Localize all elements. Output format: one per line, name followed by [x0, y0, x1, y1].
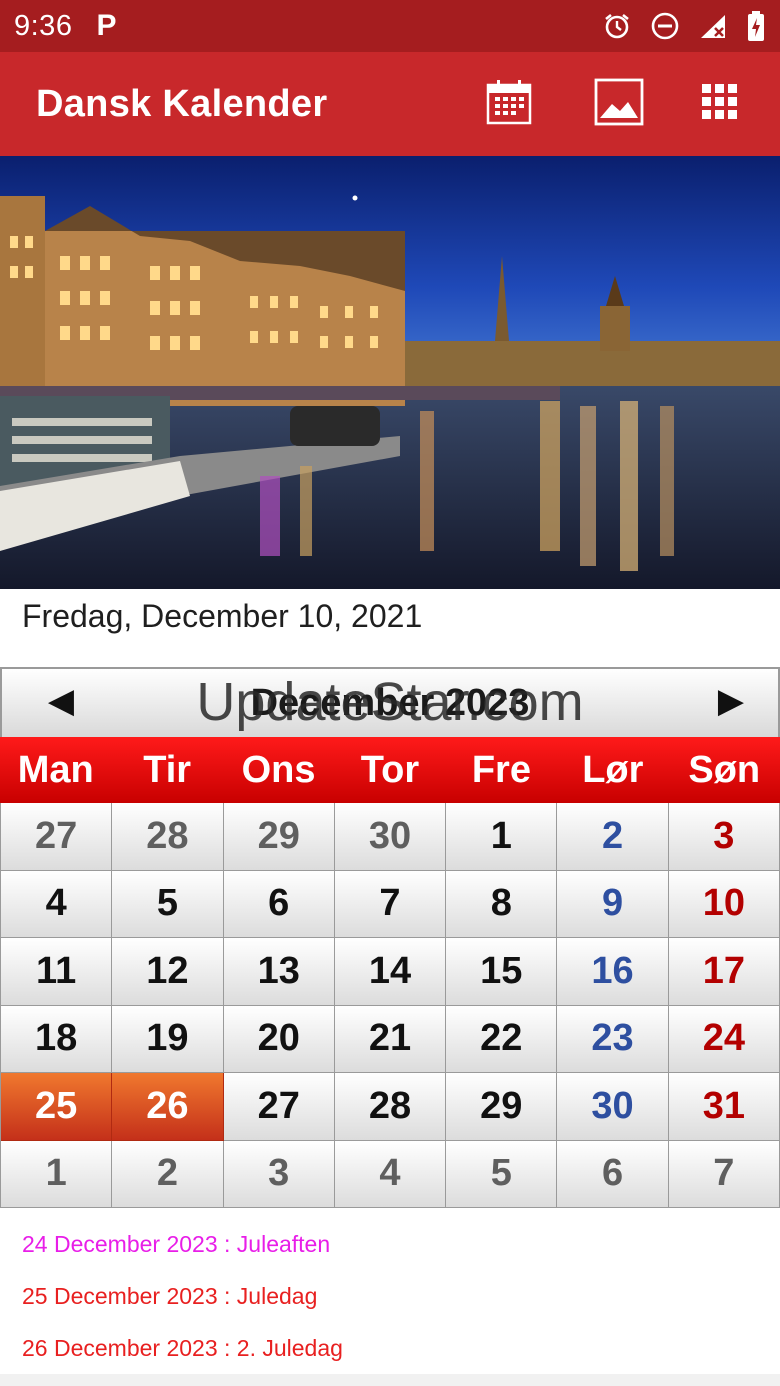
battery-icon [746, 10, 766, 42]
weekday-mon: Man [17, 748, 94, 791]
grid-icon [701, 83, 739, 126]
alarm-icon [602, 11, 632, 41]
day-cell[interactable]: 3 [223, 1140, 335, 1208]
calendar-view-button[interactable] [454, 52, 564, 156]
weekday-tue: Tir [143, 748, 192, 791]
day-cell[interactable]: 23 [557, 1005, 669, 1073]
previous-month-button[interactable]: ◀ [36, 681, 86, 721]
day-cell[interactable]: 1 [446, 803, 558, 871]
day-cell[interactable]: 6 [557, 1140, 669, 1208]
status-time: 9:36 [14, 9, 73, 42]
day-cell[interactable]: 2 [112, 1140, 224, 1208]
weekday-sun: Søn [688, 748, 761, 791]
notification-icon: P [96, 9, 117, 42]
day-cell[interactable]: 1 [1, 1140, 113, 1208]
holiday-item-juledag: 25 December 2023 : Juledag [22, 1283, 318, 1309]
day-cell[interactable]: 30 [557, 1073, 669, 1141]
day-cell[interactable]: 17 [668, 938, 780, 1006]
day-cell[interactable]: 16 [557, 938, 669, 1006]
next-month-button[interactable]: ▶ [706, 681, 756, 721]
weekday-wed: Ons [241, 748, 316, 791]
day-cell[interactable]: 7 [334, 870, 447, 938]
grid-menu-button[interactable] [674, 52, 766, 156]
day-cell[interactable]: 29 [223, 803, 335, 871]
day-cell[interactable]: 18 [1, 1005, 113, 1073]
holiday-item-juleaften: 24 December 2023 : Juleaften [22, 1231, 331, 1257]
signal-icon [698, 11, 728, 41]
day-cell[interactable]: 27 [1, 803, 113, 871]
day-cell[interactable]: 7 [668, 1140, 780, 1208]
day-cell[interactable]: 5 [112, 870, 224, 938]
day-cell[interactable]: 15 [446, 938, 558, 1006]
day-cell-holiday[interactable]: 25 [1, 1073, 113, 1141]
day-cell[interactable]: 29 [446, 1073, 558, 1141]
day-cell[interactable]: 3 [668, 803, 780, 871]
day-cell[interactable]: 11 [1, 938, 113, 1006]
holiday-list: 24 December 2023 : Juleaften 25 December… [22, 1218, 343, 1374]
calendar: ◀ December 2023 UpdateStar.com ▶ Man Tir… [0, 667, 780, 1208]
month-header: ◀ December 2023 UpdateStar.com ▶ [0, 667, 780, 737]
image-button[interactable] [564, 52, 674, 156]
holiday-item-2-juledag: 26 December 2023 : 2. Juledag [22, 1335, 343, 1361]
app-actions [454, 52, 780, 156]
calendar-icon [485, 78, 533, 131]
day-cell[interactable]: 31 [668, 1073, 780, 1141]
day-cell[interactable]: 12 [112, 938, 224, 1006]
day-cell[interactable]: 22 [446, 1005, 558, 1073]
day-cell[interactable]: 20 [223, 1005, 335, 1073]
day-cell[interactable]: 27 [223, 1073, 335, 1141]
image-icon [594, 78, 644, 131]
day-cell[interactable]: 5 [446, 1140, 558, 1208]
day-cell[interactable]: 13 [223, 938, 335, 1006]
day-cell[interactable]: 6 [223, 870, 335, 938]
hero-photo [0, 156, 780, 589]
day-cell[interactable]: 10 [668, 870, 780, 938]
day-cell[interactable]: 21 [334, 1005, 447, 1073]
day-cell[interactable]: 14 [334, 938, 447, 1006]
day-cell-holiday[interactable]: 26 [112, 1073, 224, 1141]
selected-date: Fredag, December 10, 2021 [22, 598, 423, 634]
day-cell[interactable]: 19 [112, 1005, 224, 1073]
app-bar: Dansk Kalender [0, 52, 780, 156]
day-cell[interactable]: 24 [668, 1005, 780, 1073]
days-grid: 27 28 29 30 1 2 3 4 5 6 7 8 9 10 11 12 1… [0, 803, 780, 1208]
app-title: Dansk Kalender [36, 82, 328, 125]
weekday-header: Man Tir Ons Tor Fre Lør Søn [0, 737, 780, 803]
weekday-sat: Lør [582, 748, 644, 791]
status-bar: 9:36 P [0, 0, 780, 52]
day-cell[interactable]: 4 [1, 870, 113, 938]
bottom-divider [0, 1374, 780, 1386]
do-not-disturb-icon [650, 11, 680, 41]
month-title: December 2023 [250, 681, 530, 724]
weekday-fri: Fre [471, 748, 531, 791]
day-cell[interactable]: 28 [334, 1073, 447, 1141]
day-cell[interactable]: 30 [334, 803, 447, 871]
day-cell[interactable]: 28 [112, 803, 224, 871]
status-icons [602, 10, 766, 42]
day-cell[interactable]: 9 [557, 870, 669, 938]
day-cell[interactable]: 2 [557, 803, 669, 871]
day-cell[interactable]: 8 [446, 870, 558, 938]
weekday-thu: Tor [360, 748, 420, 791]
day-cell[interactable]: 4 [334, 1140, 447, 1208]
